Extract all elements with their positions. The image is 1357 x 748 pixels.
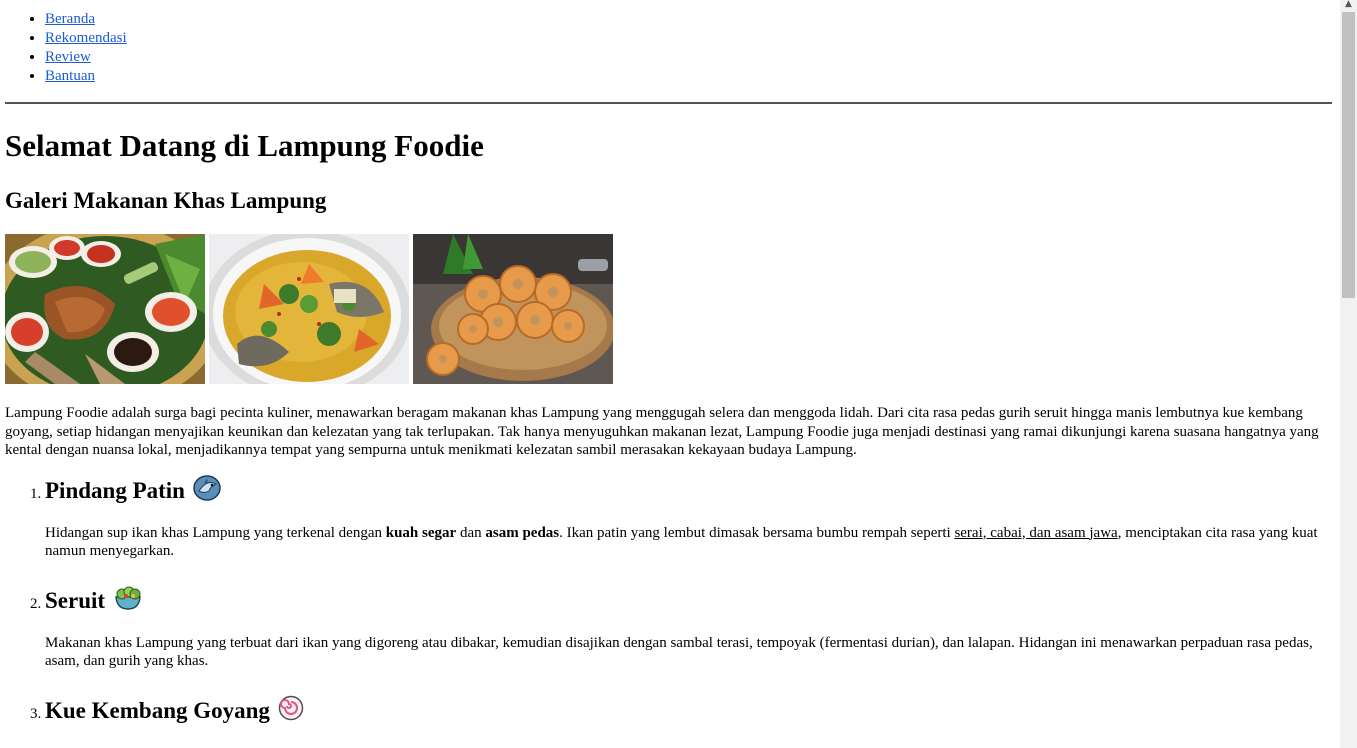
page-content: Beranda Rekomendasi Review Bantuan Selam… <box>0 10 1340 728</box>
food-gallery <box>5 234 1332 384</box>
nav-link-beranda[interactable]: Beranda <box>45 11 95 27</box>
intro-paragraph: Lampung Foodie adalah surga bagi pecinta… <box>5 405 1319 458</box>
food-title-text: Pindang Patin <box>45 478 185 503</box>
nav-divider <box>5 102 1332 104</box>
nav-item-bantuan: Bantuan <box>45 67 1332 86</box>
food-title-kue-kembang-goyang: Kue Kembang Goyang <box>45 695 304 728</box>
food-desc-pindang-patin: Hidangan sup ikan khas Lampung yang terk… <box>45 524 1332 561</box>
fish-cake-icon <box>278 695 304 728</box>
nav-item-beranda: Beranda <box>45 10 1332 29</box>
food-title-text: Kue Kembang Goyang <box>45 698 270 723</box>
salad-icon <box>113 585 143 618</box>
food-desc-bold: kuah segar <box>385 524 457 541</box>
page-title: Selamat Datang di Lampung Foodie <box>5 128 484 163</box>
gallery-photo-pindang-patin <box>209 234 409 384</box>
nav-link-bantuan[interactable]: Bantuan <box>45 68 95 84</box>
vertical-scrollbar[interactable]: ▲ <box>1340 0 1357 748</box>
food-desc-text: dan <box>456 524 486 541</box>
food-desc-text: . Ikan patin yang lembut dimasak bersama… <box>559 524 955 541</box>
food-item-seruit: Seruit Makanan khas Lampung yang terbuat… <box>45 585 1332 671</box>
food-title-pindang-patin: Pindang Patin <box>45 474 221 508</box>
nav-link-rekomendasi[interactable]: Rekomendasi <box>45 30 127 46</box>
scrollbar-thumb[interactable] <box>1342 12 1355 298</box>
food-desc-text: Hidangan sup ikan khas Lampung yang terk… <box>45 524 386 541</box>
nav-item-review: Review <box>45 48 1332 67</box>
food-desc-seruit: Makanan khas Lampung yang terbuat dari i… <box>45 634 1313 670</box>
food-desc-underlined: serai, cabai, dan asam jawa <box>954 524 1118 541</box>
food-desc-bold: asam pedas <box>485 524 560 541</box>
nav-link-review[interactable]: Review <box>45 49 91 65</box>
page-viewport: Beranda Rekomendasi Review Bantuan Selam… <box>0 0 1340 748</box>
food-list: Pindang Patin Hidangan sup ikan khas Lam… <box>5 474 1332 728</box>
main-nav: Beranda Rekomendasi Review Bantuan <box>5 10 1332 86</box>
shark-icon <box>193 474 221 508</box>
scroll-up-arrow-icon[interactable]: ▲ <box>1340 0 1357 10</box>
food-item-kue-kembang-goyang: Kue Kembang Goyang <box>45 695 1332 728</box>
food-title-text: Seruit <box>45 588 106 613</box>
gallery-photo-seruit-platter <box>5 234 205 384</box>
gallery-photo-kembang-goyang <box>413 234 613 384</box>
food-title-seruit: Seruit <box>45 585 143 618</box>
food-item-pindang-patin: Pindang Patin Hidangan sup ikan khas Lam… <box>45 474 1332 561</box>
gallery-title: Galeri Makanan Khas Lampung <box>5 188 327 213</box>
nav-item-rekomendasi: Rekomendasi <box>45 29 1332 48</box>
